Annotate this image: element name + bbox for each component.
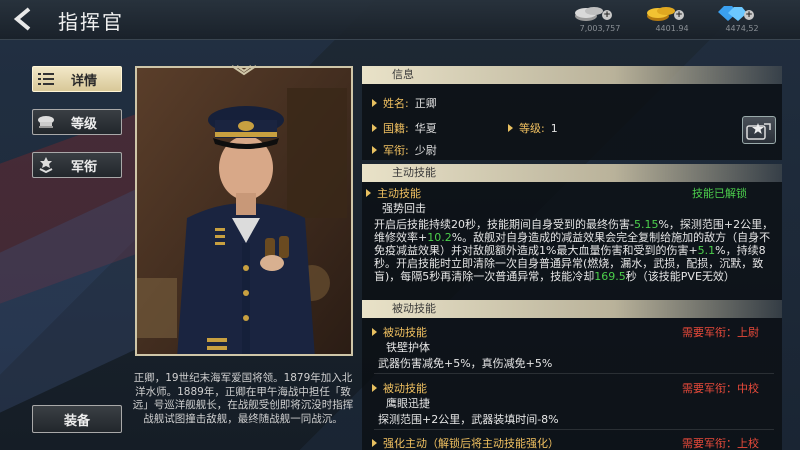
skill-unlocked-status: 技能已解锁 bbox=[692, 187, 747, 200]
rank-row: 军衔: 少尉 bbox=[372, 142, 437, 158]
nation-value: 华夏 bbox=[414, 122, 437, 135]
tab-details-label: 详情 bbox=[70, 73, 97, 89]
passive-skill-section-header: 被动技能 bbox=[362, 300, 782, 318]
silver-resource[interactable]: + 7,003,757 bbox=[564, 2, 624, 38]
active-skill-section-title: 主动技能 bbox=[392, 166, 436, 179]
passive-skill-2-label: 被动技能 bbox=[383, 382, 427, 395]
tab-level[interactable]: 等级 bbox=[32, 109, 122, 135]
bullet-arrow-icon bbox=[372, 124, 377, 132]
commander-bio: 正卿，19世纪末海军爱国将领。1879年加入北洋水师。1889年，正卿在甲午海战… bbox=[132, 372, 354, 425]
bullet-arrow-icon bbox=[508, 124, 513, 132]
bullet-arrow-icon bbox=[372, 146, 377, 154]
bullet-arrow-icon bbox=[372, 99, 377, 107]
bullet-arrow-icon bbox=[372, 328, 377, 336]
passive-skill-1-description: 武器伤害减免+5%，真伤减免+5% bbox=[378, 357, 553, 370]
passive-skill-1-label: 被动技能 bbox=[383, 326, 427, 339]
gold-coin-icon bbox=[647, 7, 675, 21]
diamond-icon bbox=[718, 6, 747, 21]
passive-skill-1-requirement: 需要军衔：上尉 bbox=[682, 326, 759, 339]
passive-skill-2-description: 探测范围+2公里，武器装填时间-8% bbox=[378, 413, 559, 426]
passive-skill-2-requirement: 需要军衔：中校 bbox=[682, 382, 759, 395]
add-diamond-button[interactable]: + bbox=[744, 10, 754, 20]
tab-rank[interactable]: 军衔 bbox=[32, 152, 122, 178]
active-skill-description: 开启后技能持续20秒，技能期间自身受到的最终伤害-5.15%，探测范围+2公里，… bbox=[374, 218, 774, 283]
silver-amount: 7,003,757 bbox=[579, 24, 621, 33]
passive-skill-1-row: 被动技能 bbox=[372, 324, 427, 340]
portrait-ornament-icon bbox=[231, 65, 257, 76]
add-silver-button[interactable]: + bbox=[602, 10, 612, 20]
list-icon bbox=[33, 72, 59, 86]
active-skill-label: 主动技能 bbox=[377, 187, 421, 200]
add-gold-button[interactable]: + bbox=[674, 10, 684, 20]
name-label: 姓名: bbox=[383, 97, 409, 110]
info-panel: 信息 姓名: 正卿 国籍: 华夏 等级: 1 军衔: 少尉 主动技能 主动技能 … bbox=[362, 66, 782, 450]
tab-level-label: 等级 bbox=[70, 116, 97, 132]
diamond-resource[interactable]: + 4474,52 bbox=[706, 2, 766, 38]
commander-portrait-image bbox=[137, 68, 351, 354]
bullet-arrow-icon bbox=[372, 439, 377, 447]
tab-rank-label: 军衔 bbox=[70, 159, 97, 175]
share-star-icon bbox=[746, 123, 771, 140]
active-skill-name: 强势回击 bbox=[382, 202, 426, 215]
share-button[interactable] bbox=[742, 116, 776, 144]
nation-row: 国籍: 华夏 bbox=[372, 120, 437, 136]
passive-skill-2-name: 鹰眼迅捷 bbox=[386, 397, 430, 410]
rank-value: 少尉 bbox=[414, 144, 437, 157]
name-value: 正卿 bbox=[414, 97, 437, 110]
commander-portrait bbox=[135, 66, 353, 356]
name-row: 姓名: 正卿 bbox=[372, 95, 437, 111]
bullet-arrow-icon bbox=[366, 189, 371, 197]
top-bar: 指挥官 + 7,003,757 + 4401.94 + 4474,52 bbox=[0, 0, 800, 40]
diamond-amount: 4474,52 bbox=[725, 24, 759, 33]
passive-skill-1-name: 铁壁护体 bbox=[386, 341, 430, 354]
skill-divider bbox=[374, 373, 774, 374]
info-section-header: 信息 bbox=[362, 66, 782, 84]
gold-amount: 4401.94 bbox=[655, 24, 689, 33]
level-value: 1 bbox=[550, 121, 558, 135]
officer-cap-icon bbox=[33, 115, 59, 129]
passive-skill-2-row: 被动技能 bbox=[372, 380, 427, 396]
skill-divider bbox=[374, 429, 774, 430]
page-title: 指挥官 bbox=[58, 10, 124, 34]
enhanced-skill-row: 强化主动（解锁后将主动技能强化） bbox=[372, 435, 559, 450]
back-arrow-icon bbox=[13, 7, 31, 31]
level-row: 等级: 1 bbox=[508, 120, 558, 136]
active-skill-row: 主动技能 bbox=[366, 185, 421, 201]
enhanced-skill-label: 强化主动（解锁后将主动技能强化） bbox=[383, 437, 559, 450]
enhanced-skill-requirement: 需要军衔：上校 bbox=[682, 437, 759, 450]
tab-details[interactable]: 详情 bbox=[32, 66, 122, 92]
info-section-title: 信息 bbox=[392, 68, 414, 81]
level-label: 等级: bbox=[519, 122, 545, 135]
back-button[interactable] bbox=[6, 4, 42, 34]
silver-coin-icon bbox=[575, 7, 603, 21]
rank-chevron-icon bbox=[33, 157, 59, 173]
bullet-arrow-icon bbox=[372, 384, 377, 392]
rank-label: 军衔: bbox=[383, 144, 409, 157]
nation-label: 国籍: bbox=[383, 122, 409, 135]
gold-resource[interactable]: + 4401.94 bbox=[636, 2, 696, 38]
passive-skill-section-title: 被动技能 bbox=[392, 302, 436, 315]
active-skill-section-header: 主动技能 bbox=[362, 164, 782, 182]
equipment-button[interactable]: 装备 bbox=[32, 405, 122, 433]
